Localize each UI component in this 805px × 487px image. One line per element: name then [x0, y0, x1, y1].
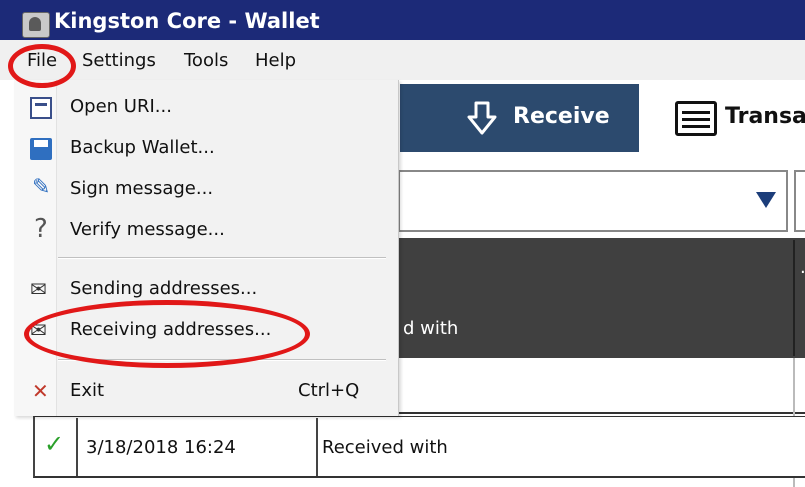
menu-help[interactable]: Help: [255, 50, 296, 71]
transaction-type: Received with: [322, 437, 448, 458]
column-divider: [316, 418, 318, 476]
transactions-list-icon[interactable]: [675, 101, 717, 136]
table-row[interactable]: [398, 358, 805, 414]
menu-separator: [58, 257, 386, 259]
table-header: [398, 238, 805, 358]
arrow-down-icon: [467, 101, 497, 135]
checkmark-icon: ✓: [44, 430, 65, 458]
address-book-icon: ✉: [30, 277, 47, 301]
menu-item-sign-message[interactable]: ✎ Sign message...: [14, 172, 398, 208]
header-cell-text: d with: [403, 318, 459, 339]
transactions-tab-label[interactable]: Transa: [725, 104, 805, 129]
menu-item-label: Verify message...: [70, 219, 225, 240]
menu-item-label: Sign message...: [70, 178, 214, 199]
transaction-date: 3/18/2018 16:24: [86, 437, 236, 458]
menu-item-label: Open URI...: [70, 96, 172, 117]
close-x-icon: ✕: [32, 379, 49, 403]
receive-tab-label[interactable]: Receive: [513, 104, 610, 129]
highlight-circle-receiving-addresses: [24, 300, 310, 368]
open-uri-icon: [30, 97, 52, 119]
menu-settings[interactable]: Settings: [82, 50, 156, 71]
sign-pen-icon: ✎: [32, 175, 51, 200]
menu-item-shortcut: Ctrl+Q: [298, 380, 360, 401]
menu-item-label: Sending addresses...: [70, 278, 258, 299]
chevron-down-icon[interactable]: [756, 192, 776, 208]
column-divider: [76, 418, 78, 476]
question-mark-icon: ?: [34, 214, 48, 244]
menu-item-exit[interactable]: ✕ Exit Ctrl+Q: [14, 374, 398, 410]
menu-item-label: Backup Wallet...: [70, 137, 215, 158]
menu-item-open-uri[interactable]: Open URI...: [14, 90, 398, 126]
menu-item-backup-wallet[interactable]: Backup Wallet...: [14, 131, 398, 167]
window-title: Kingston Core - Wallet: [54, 9, 320, 33]
highlight-circle-file-menu: [8, 44, 76, 88]
menu-item-label: Exit: [70, 380, 105, 401]
header-sort-indicator: ·: [800, 262, 805, 283]
column-divider: [793, 240, 795, 356]
transaction-filter-select[interactable]: [398, 170, 788, 232]
filter-type-select[interactable]: [794, 170, 805, 232]
app-logo-icon: [22, 12, 50, 38]
save-icon: [30, 138, 52, 160]
menu-item-verify-message[interactable]: ? Verify message...: [14, 213, 398, 249]
menu-tools[interactable]: Tools: [184, 50, 228, 71]
